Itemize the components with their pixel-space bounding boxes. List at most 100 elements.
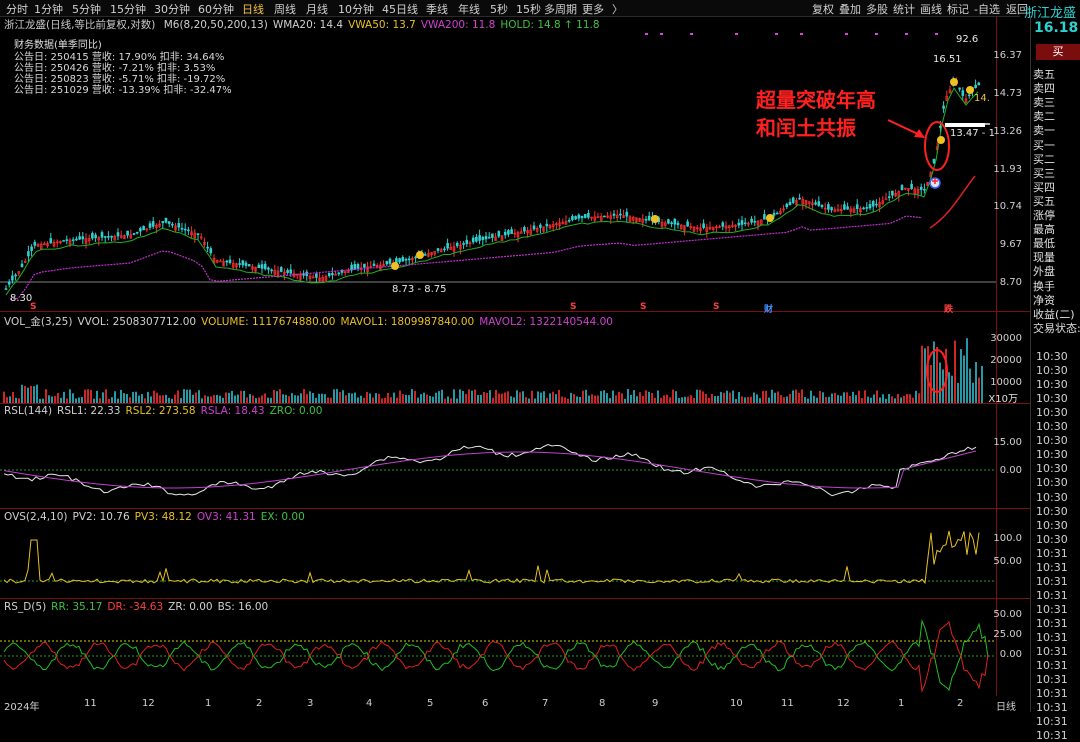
candle-body — [612, 213, 616, 216]
candle-body — [353, 264, 357, 270]
candle-body — [686, 221, 689, 227]
candle-body — [180, 228, 184, 230]
candle-body — [830, 207, 833, 211]
candle-body — [167, 221, 171, 224]
pv3-line — [3, 530, 980, 585]
arrow-icon — [887, 119, 921, 136]
buy-point-icon — [937, 136, 945, 144]
candle-body — [78, 236, 81, 240]
candle-body — [289, 269, 293, 274]
candle-body — [462, 243, 465, 245]
signal-marker: S — [30, 302, 37, 312]
signal-dot — [775, 33, 778, 35]
candle-body — [4, 288, 8, 290]
candle-body — [465, 239, 469, 244]
rsd-legend: RS_D(5) RR: 35.17 DR: -34.63 ZR: 0.00 BS: 16… — [4, 601, 273, 613]
candle-body — [673, 218, 677, 225]
candle-body — [900, 185, 904, 191]
x-axis-month: 2 — [256, 698, 263, 709]
candle-body — [977, 82, 981, 86]
candle-body — [875, 203, 878, 206]
legend-item: OV3: 41.31 — [196, 511, 256, 523]
signal-marker: S — [570, 302, 577, 312]
buy-point-icon — [966, 86, 974, 94]
candle-body — [967, 94, 971, 97]
candle-body — [62, 240, 65, 242]
candle-body — [142, 226, 145, 231]
candle-body — [923, 188, 926, 191]
candle-body — [404, 259, 408, 261]
legend-item: VOL_金(3,25) — [4, 316, 73, 328]
candle-body — [135, 231, 139, 234]
candle-body — [798, 197, 801, 200]
y-axis-label: 11.93 — [993, 164, 1022, 175]
legend-item: BS: 16.00 — [217, 601, 269, 613]
x-axis-month: 7 — [542, 698, 549, 709]
candle-body — [139, 228, 142, 232]
legend-item: ZR: 0.00 — [168, 601, 213, 613]
x-axis-month: 2024年 — [4, 702, 40, 713]
trade-time: 10:31 — [1036, 715, 1068, 729]
candle-body — [401, 256, 405, 262]
candle-body — [423, 254, 427, 256]
legend-item: EX: 0.00 — [260, 511, 305, 523]
candle-body — [94, 234, 97, 239]
candle-body — [407, 258, 411, 261]
signal-marker: S — [713, 302, 720, 312]
legend-item: RS_D(5) — [4, 601, 47, 613]
candle-body — [187, 229, 190, 232]
candle-body — [257, 264, 261, 269]
candle-body — [571, 216, 574, 221]
legend-item: VOLUME: 1117674880.00 — [201, 316, 336, 328]
candle-body — [574, 216, 577, 220]
candle-body — [567, 219, 571, 222]
y-axis-label: 25.00 — [993, 629, 1022, 640]
candle-body — [244, 262, 248, 266]
signal-dot — [935, 33, 938, 35]
candle-body — [177, 223, 181, 228]
candle-body — [446, 243, 449, 249]
y-axis-label: 9.67 — [999, 239, 1022, 250]
candle-body — [327, 272, 331, 277]
x-axis-month: 2 — [957, 698, 964, 709]
candle-body — [398, 258, 401, 263]
candle-body — [772, 212, 776, 216]
candle-body — [887, 196, 891, 198]
annotation-note-1: 超量突破年高 — [756, 88, 876, 112]
candle-body — [100, 232, 104, 238]
candle-body — [33, 241, 37, 246]
volume-legend: VOL_金(3,25) VVOL: 2508307712.00 VOLUME: 11… — [4, 314, 618, 329]
candle-body — [14, 274, 17, 277]
high-label: 16.51 — [933, 54, 962, 65]
candle-body — [523, 227, 526, 232]
candle-body — [743, 222, 747, 225]
buy-point-icon — [416, 251, 424, 259]
candle-body — [27, 251, 30, 257]
candle-body — [478, 235, 481, 241]
candle-body — [228, 259, 232, 263]
low-range-label: 8.73 - 8.75 — [392, 284, 447, 295]
candle-body — [702, 223, 705, 229]
candle-body — [545, 223, 549, 227]
candle-body — [785, 203, 789, 208]
candle-body — [385, 261, 389, 265]
candle-body — [750, 218, 753, 223]
candle-body — [721, 222, 725, 227]
candle-body — [625, 211, 629, 217]
candle-body — [116, 232, 120, 237]
x-axis-month: 11 — [84, 698, 97, 709]
candle-body — [497, 231, 501, 237]
candle-body — [263, 263, 267, 270]
candle-body — [503, 231, 507, 236]
candle-body — [753, 220, 757, 223]
candle-body — [884, 198, 888, 201]
candle-body — [788, 201, 792, 205]
legend-item: RR: 35.17 — [51, 601, 103, 613]
candle-body — [75, 238, 78, 241]
y-axis-label: 20000 — [990, 355, 1022, 366]
buy-point-icon — [766, 214, 774, 222]
top-edge-label: 92.6 — [956, 34, 979, 45]
legend-item: RSL1: 22.33 — [57, 405, 121, 417]
candle-body — [260, 264, 264, 269]
legend-item: DR: -34.63 — [107, 601, 164, 613]
